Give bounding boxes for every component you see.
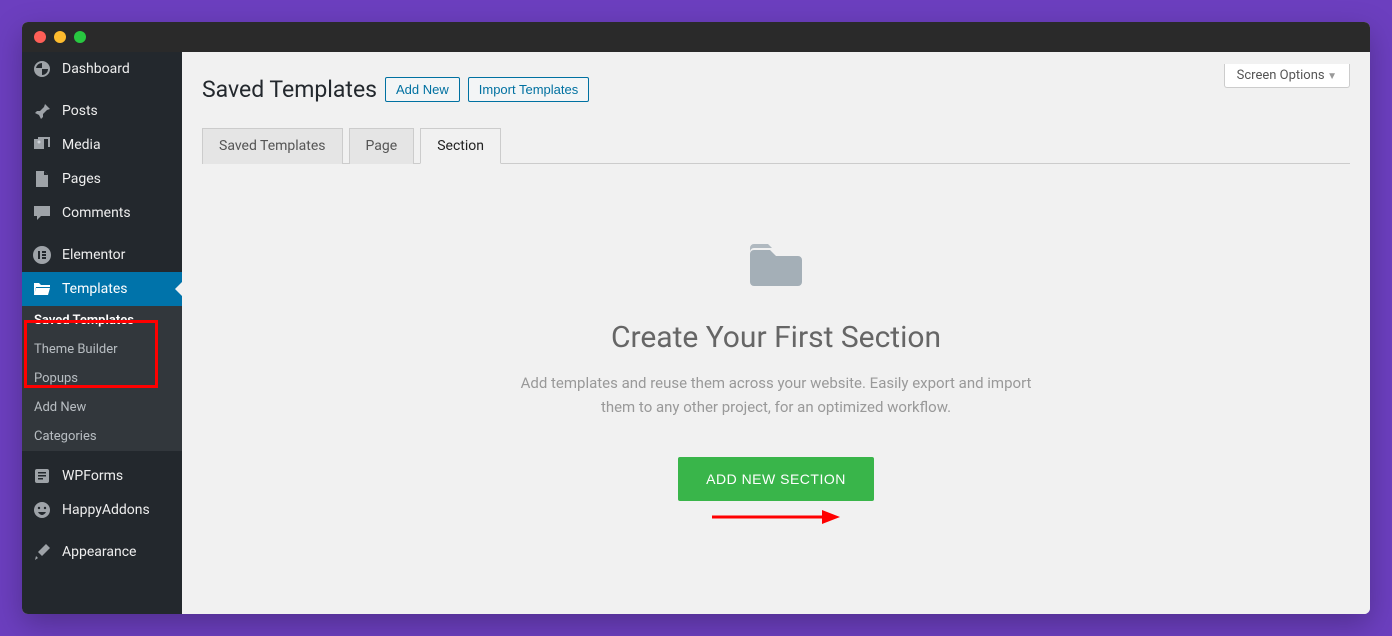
media-icon bbox=[32, 135, 52, 155]
window-titlebar bbox=[22, 22, 1370, 52]
brush-icon bbox=[32, 542, 52, 562]
submenu-item-add-new[interactable]: Add New bbox=[22, 393, 182, 422]
sidebar-label: HappyAddons bbox=[62, 502, 150, 518]
sidebar-item-dashboard[interactable]: Dashboard bbox=[22, 52, 182, 86]
sidebar-item-elementor[interactable]: Elementor bbox=[22, 238, 182, 272]
dashboard-icon bbox=[32, 59, 52, 79]
window-maximize-icon[interactable] bbox=[74, 31, 86, 43]
admin-sidebar: Dashboard Posts Media Pages bbox=[22, 52, 182, 614]
screen-options-toggle[interactable]: Screen Options bbox=[1224, 64, 1350, 88]
happy-icon bbox=[32, 500, 52, 520]
sidebar-label: Elementor bbox=[62, 247, 125, 263]
page-icon bbox=[32, 169, 52, 189]
sidebar-item-posts[interactable]: Posts bbox=[22, 94, 182, 128]
comment-icon bbox=[32, 203, 52, 223]
sidebar-item-templates[interactable]: Templates bbox=[22, 272, 182, 306]
folder-open-icon bbox=[32, 279, 52, 299]
sidebar-item-wpforms[interactable]: WPForms bbox=[22, 459, 182, 493]
sidebar-label: Templates bbox=[62, 281, 128, 297]
page-heading-row: Saved Templates Add New Import Templates bbox=[202, 76, 1350, 103]
submenu-item-theme-builder[interactable]: Theme Builder bbox=[22, 335, 182, 364]
window-close-icon[interactable] bbox=[34, 31, 46, 43]
app-body: Dashboard Posts Media Pages bbox=[22, 52, 1370, 614]
sidebar-label: Comments bbox=[62, 205, 131, 221]
sidebar-item-media[interactable]: Media bbox=[22, 128, 182, 162]
submenu-item-saved-templates[interactable]: Saved Templates bbox=[22, 306, 182, 335]
tab-saved-templates[interactable]: Saved Templates bbox=[202, 128, 343, 164]
empty-state-title: Create Your First Section bbox=[202, 320, 1350, 355]
sidebar-label: Media bbox=[62, 137, 101, 153]
sidebar-item-comments[interactable]: Comments bbox=[22, 196, 182, 230]
empty-state: Create Your First Section Add templates … bbox=[202, 244, 1350, 501]
empty-state-description: Add templates and reuse them across your… bbox=[506, 371, 1046, 419]
sidebar-item-pages[interactable]: Pages bbox=[22, 162, 182, 196]
sidebar-item-appearance[interactable]: Appearance bbox=[22, 535, 182, 569]
sidebar-submenu-templates: Saved Templates Theme Builder Popups Add… bbox=[22, 306, 182, 451]
annotation-arrow bbox=[712, 507, 842, 527]
sidebar-label: Pages bbox=[62, 171, 101, 187]
sidebar-label: Appearance bbox=[62, 544, 136, 560]
sidebar-item-happyaddons[interactable]: HappyAddons bbox=[22, 493, 182, 527]
sidebar-label: Posts bbox=[62, 103, 98, 119]
main-content: Screen Options Saved Templates Add New I… bbox=[182, 52, 1370, 614]
page-title: Saved Templates bbox=[202, 76, 377, 103]
tab-section[interactable]: Section bbox=[420, 128, 501, 164]
sidebar-label: WPForms bbox=[62, 468, 123, 484]
window-minimize-icon[interactable] bbox=[54, 31, 66, 43]
form-icon bbox=[32, 466, 52, 486]
tab-page[interactable]: Page bbox=[349, 128, 415, 164]
submenu-item-popups[interactable]: Popups bbox=[22, 364, 182, 393]
submenu-item-categories[interactable]: Categories bbox=[22, 422, 182, 451]
template-tabs: Saved Templates Page Section bbox=[202, 127, 1350, 164]
add-new-section-button[interactable]: ADD NEW SECTION bbox=[678, 457, 874, 501]
pin-icon bbox=[32, 101, 52, 121]
sidebar-label: Dashboard bbox=[62, 61, 130, 77]
folder-icon bbox=[750, 244, 802, 286]
app-window: Dashboard Posts Media Pages bbox=[22, 22, 1370, 614]
import-templates-button[interactable]: Import Templates bbox=[468, 77, 589, 102]
add-new-button[interactable]: Add New bbox=[385, 77, 460, 102]
elementor-icon bbox=[32, 245, 52, 265]
